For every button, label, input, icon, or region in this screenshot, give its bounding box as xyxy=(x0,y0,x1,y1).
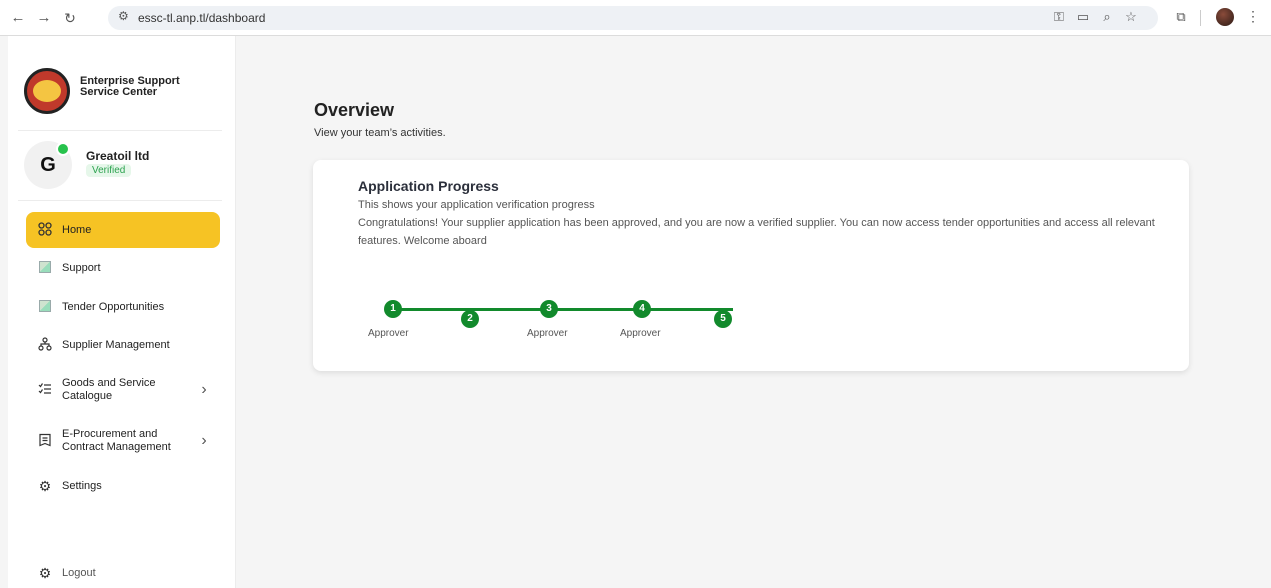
org-logo xyxy=(24,68,70,114)
sidebar: Enterprise Support Service Center G Grea… xyxy=(8,36,236,588)
sidebar-item-label: Home xyxy=(62,223,92,236)
sidebar-item-support[interactable]: Support xyxy=(26,250,220,286)
sidebar-item-label: Tender Opportunities xyxy=(62,300,165,313)
card-title: Application Progress xyxy=(358,178,499,194)
step-label: Approver xyxy=(620,328,661,339)
back-icon[interactable]: ← xyxy=(8,8,28,28)
sidebar-divider xyxy=(18,200,222,201)
chevron-right-icon[interactable]: › xyxy=(194,381,214,399)
step-label: Approver xyxy=(527,328,568,339)
reload-icon[interactable]: ↻ xyxy=(60,8,80,28)
approval-message: Congratulations! Your supplier applicati… xyxy=(358,217,1155,247)
broken-image-icon xyxy=(34,260,56,276)
sidebar-item-label: Support xyxy=(62,261,101,274)
sidebar-item-e-procurement[interactable]: E-Procurement and Contract Management › xyxy=(26,423,220,459)
logout-label: Logout xyxy=(62,566,96,579)
profile-avatar[interactable] xyxy=(1216,8,1234,26)
sidebar-item-tender-opportunities[interactable]: Tender Opportunities xyxy=(26,289,220,325)
logout-button[interactable]: ⚙ Logout xyxy=(26,555,220,588)
address-bar[interactable]: ⚙ essc-tl.anp.tl/dashboard xyxy=(108,6,1158,30)
toolbar-divider xyxy=(1200,10,1201,26)
progress-step: 5 xyxy=(714,310,732,328)
sidebar-item-label: E-Procurement and Contract Management xyxy=(62,428,171,453)
application-progress-card: Application Progress This shows your app… xyxy=(313,160,1189,371)
cast-icon[interactable]: ▭ xyxy=(1074,9,1092,25)
org-name: Enterprise Support Service Center xyxy=(80,75,180,98)
extensions-icon[interactable]: ⧉ xyxy=(1172,9,1190,25)
online-status-dot xyxy=(56,142,70,156)
sidebar-divider xyxy=(18,130,222,131)
more-menu-icon[interactable]: ⋮ xyxy=(1246,8,1260,25)
progress-track xyxy=(393,308,733,311)
url-text[interactable]: essc-tl.anp.tl/dashboard xyxy=(138,11,265,25)
page-subtitle: View your team’s activities. xyxy=(314,127,446,139)
step-label: Approver xyxy=(368,328,409,339)
progress-step: 3 xyxy=(540,300,558,318)
bookmark-star-icon[interactable]: ☆ xyxy=(1122,9,1140,25)
sidebar-item-goods-and-service-catalogue[interactable]: Goods and Service Catalogue › xyxy=(26,372,220,408)
verified-badge: Verified xyxy=(86,164,132,177)
sidebar-item-supplier-management[interactable]: Supplier Management xyxy=(26,327,220,363)
password-key-icon[interactable]: ⚿ xyxy=(1050,9,1068,25)
sidebar-item-home[interactable]: Home xyxy=(26,212,220,248)
gear-icon: ⚙ xyxy=(38,477,52,494)
sidebar-item-label: Settings xyxy=(62,479,102,492)
sidebar-item-label: Supplier Management xyxy=(62,338,170,351)
list-check-icon xyxy=(34,382,56,399)
site-settings-icon[interactable]: ⚙ xyxy=(118,9,129,23)
sidebar-item-label: Goods and Service Catalogue xyxy=(62,377,156,402)
browser-toolbar: ← → ↻ ⚙ essc-tl.anp.tl/dashboard ⚿ ▭ ⌕ ☆… xyxy=(0,0,1271,36)
broken-image-icon xyxy=(34,299,56,315)
card-subtitle: This shows your application verification… xyxy=(358,199,595,211)
progress-step: 2 xyxy=(461,310,479,328)
chevron-right-icon[interactable]: › xyxy=(194,432,214,450)
receipt-icon xyxy=(34,433,56,450)
page-title: Overview xyxy=(314,100,395,120)
progress-step: 4 xyxy=(633,300,651,318)
zoom-icon[interactable]: ⌕ xyxy=(1098,9,1116,25)
progress-step: 1 xyxy=(384,300,402,318)
grid-icon xyxy=(34,221,56,239)
network-icon xyxy=(34,336,56,354)
forward-icon[interactable]: → xyxy=(34,8,54,28)
gear-icon: ⚙ xyxy=(38,564,52,581)
sidebar-item-settings[interactable]: ⚙ Settings xyxy=(26,468,220,504)
company-name: Greatoil ltd xyxy=(86,149,150,163)
